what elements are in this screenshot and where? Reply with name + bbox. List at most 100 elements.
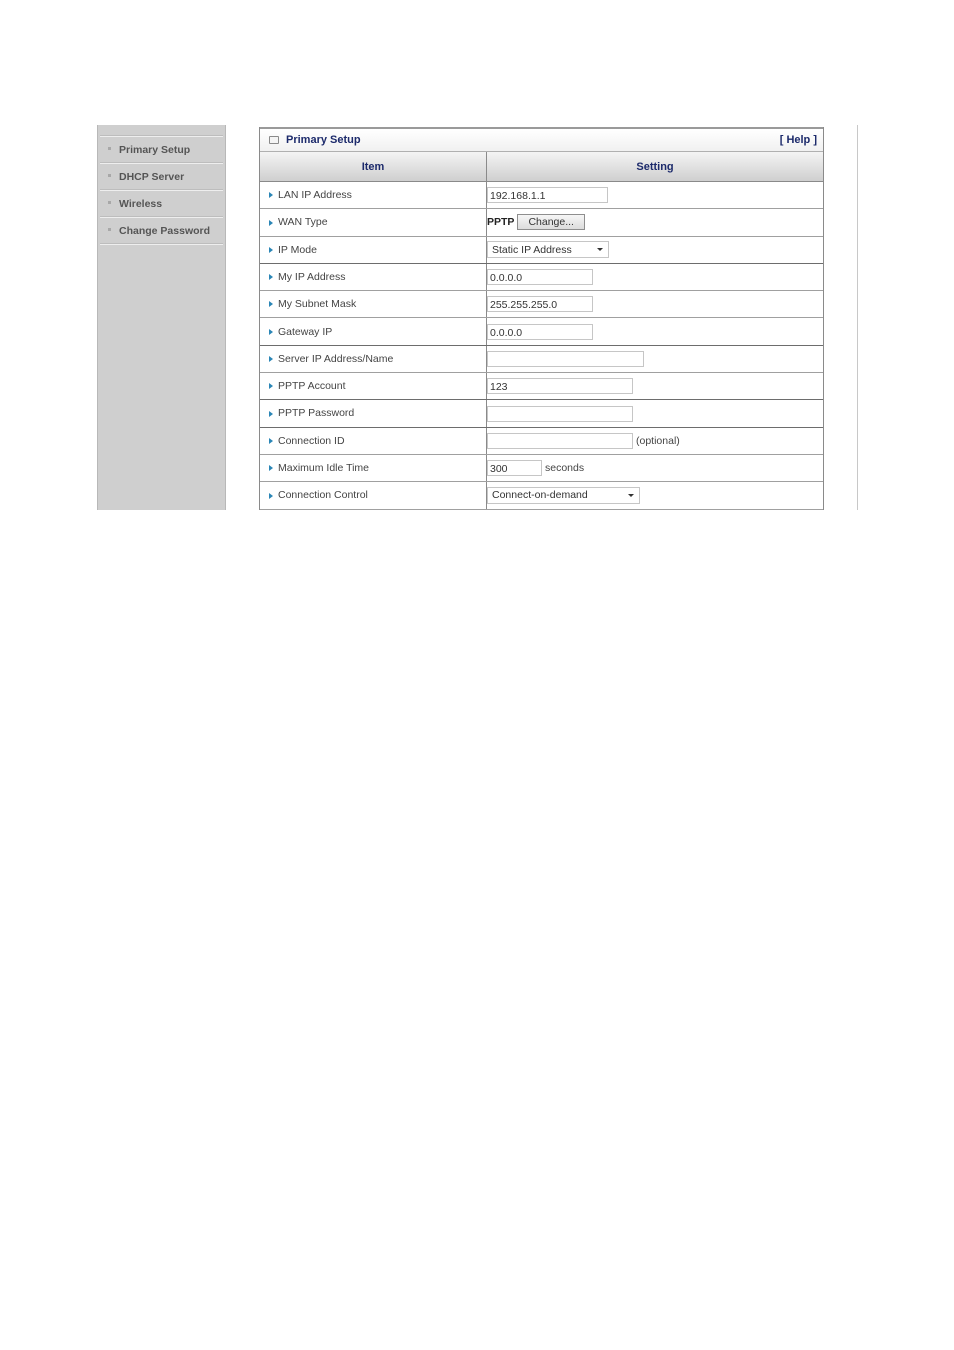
seconds-unit: seconds — [545, 462, 585, 475]
sidebar-item-label: Primary Setup — [119, 143, 191, 156]
table-row-subnet-mask: My Subnet Mask 255.255.255.0 — [260, 290, 823, 319]
row-label-cell: My IP Address — [260, 263, 487, 292]
row-label: Server IP Address/Name — [278, 353, 394, 366]
row-label: PPTP Account — [278, 380, 346, 393]
row-label-cell: PPTP Password — [260, 399, 487, 428]
sidebar-item-label: Change Password — [119, 224, 211, 237]
sidebar-divider — [100, 243, 223, 245]
subnet-mask-input[interactable]: 255.255.255.0 — [487, 296, 593, 313]
right-divider — [857, 125, 858, 510]
row-label: LAN IP Address — [278, 189, 352, 202]
table-row-partial — [260, 509, 823, 510]
bullet-icon — [108, 147, 111, 150]
table-row-connection-id: Connection ID (optional) — [260, 427, 823, 455]
sidebar-top-gap — [98, 125, 225, 135]
arrow-right-icon — [269, 437, 273, 444]
row-label: Connection ID — [278, 434, 345, 447]
sidebar-item-primary-setup[interactable]: Primary Setup — [98, 137, 225, 162]
bullet-icon — [108, 228, 111, 231]
table-row-wan-type: WAN Type PPTP Change... — [260, 208, 823, 237]
row-label-cell: My Subnet Mask — [260, 290, 487, 319]
row-label: IP Mode — [278, 243, 317, 256]
sidebar: Primary Setup DHCP Server Wireless Chang… — [97, 125, 226, 510]
arrow-right-icon — [269, 192, 273, 199]
row-label-cell: PPTP Account — [260, 372, 487, 401]
row-label: Gateway IP — [278, 325, 333, 338]
sidebar-item-label: Wireless — [119, 197, 163, 210]
connection-control-selected: Connect-on-demand — [492, 489, 588, 502]
lan-ip-input[interactable]: 192.168.1.1 — [487, 187, 608, 204]
chevron-down-icon — [628, 493, 634, 497]
pptp-password-input[interactable] — [487, 405, 633, 422]
column-header-item: Item — [260, 152, 487, 182]
table-row-idle-time: Maximum Idle Time 300 seconds — [260, 454, 823, 483]
arrow-right-icon — [269, 383, 273, 390]
sidebar-item-wireless[interactable]: Wireless — [98, 191, 225, 216]
table-row-pptp-account: PPTP Account 123 — [260, 372, 823, 401]
row-setting-cell: Static IP Address — [486, 236, 823, 264]
panel-header: Primary Setup [ Help ] — [260, 127, 823, 152]
column-header-setting: Setting — [486, 152, 823, 182]
row-label: PPTP Password — [278, 407, 355, 420]
row-label: My IP Address — [278, 271, 346, 284]
row-label-cell: Connection Control — [260, 481, 487, 510]
row-setting-cell: 192.168.1.1 — [486, 181, 823, 210]
row-setting-cell: 0.0.0.0 — [486, 317, 823, 346]
panel-title: Primary Setup — [286, 134, 361, 146]
table-row-server: Server IP Address/Name — [260, 345, 823, 374]
wan-type-value: PPTP — [487, 216, 515, 229]
arrow-right-icon — [269, 410, 273, 417]
idle-time-input[interactable]: 300 — [487, 460, 542, 477]
panel-box-icon — [269, 136, 279, 144]
connection-id-input[interactable] — [487, 432, 633, 449]
row-label-cell: Maximum Idle Time — [260, 454, 487, 483]
row-setting-cell — [486, 345, 823, 374]
row-label-cell — [260, 509, 487, 510]
row-label: Maximum Idle Time — [278, 462, 370, 475]
row-setting-cell: 123 — [486, 372, 823, 401]
change-wan-type-button[interactable]: Change... — [517, 214, 585, 231]
table-header-row: Item Setting — [260, 152, 823, 182]
primary-setup-panel: Primary Setup [ Help ] Item Setting LAN … — [259, 127, 824, 510]
row-label-cell: LAN IP Address — [260, 181, 487, 210]
bullet-icon — [108, 174, 111, 177]
row-label-cell: Server IP Address/Name — [260, 345, 487, 374]
my-ip-input[interactable]: 0.0.0.0 — [487, 269, 593, 286]
table-row-ip-mode: IP Mode Static IP Address — [260, 236, 823, 264]
settings-table: Item Setting LAN IP Address 192.168.1.1 … — [260, 152, 823, 510]
arrow-right-icon — [269, 328, 273, 335]
row-label: My Subnet Mask — [278, 298, 357, 311]
row-setting-cell: PPTP Change... — [486, 208, 823, 237]
row-label-cell: IP Mode — [260, 236, 487, 264]
panel-title-group: Primary Setup — [269, 134, 361, 146]
row-label: WAN Type — [278, 216, 328, 229]
arrow-right-icon — [269, 301, 273, 308]
arrow-right-icon — [269, 356, 273, 363]
row-setting-cell: Connect-on-demand — [486, 481, 823, 510]
sidebar-item-dhcp-server[interactable]: DHCP Server — [98, 164, 225, 189]
gateway-ip-input[interactable]: 0.0.0.0 — [487, 323, 593, 340]
table-row-pptp-password: PPTP Password — [260, 399, 823, 428]
row-label-cell: WAN Type — [260, 208, 487, 237]
row-label-cell: Gateway IP — [260, 317, 487, 346]
arrow-right-icon — [269, 246, 273, 253]
table-row-gateway: Gateway IP 0.0.0.0 — [260, 317, 823, 346]
chevron-down-icon — [597, 248, 603, 252]
table-row-connection-control: Connection Control Connect-on-demand — [260, 481, 823, 510]
optional-note: (optional) — [636, 434, 680, 447]
row-setting-cell: 300 seconds — [486, 454, 823, 483]
connection-control-select[interactable]: Connect-on-demand — [487, 486, 640, 504]
help-link[interactable]: [ Help ] — [780, 134, 817, 146]
row-setting-cell: (optional) — [486, 427, 823, 455]
row-setting-cell — [486, 399, 823, 428]
table-row-my-ip: My IP Address 0.0.0.0 — [260, 263, 823, 292]
ip-mode-select[interactable]: Static IP Address — [487, 241, 609, 259]
arrow-right-icon — [269, 492, 273, 499]
arrow-right-icon — [269, 219, 273, 226]
sidebar-item-change-password[interactable]: Change Password — [98, 218, 225, 243]
server-address-input[interactable] — [487, 350, 644, 367]
row-label-cell: Connection ID — [260, 427, 487, 455]
row-label: Connection Control — [278, 489, 368, 502]
row-setting-cell — [486, 509, 823, 510]
pptp-account-input[interactable]: 123 — [487, 378, 633, 395]
